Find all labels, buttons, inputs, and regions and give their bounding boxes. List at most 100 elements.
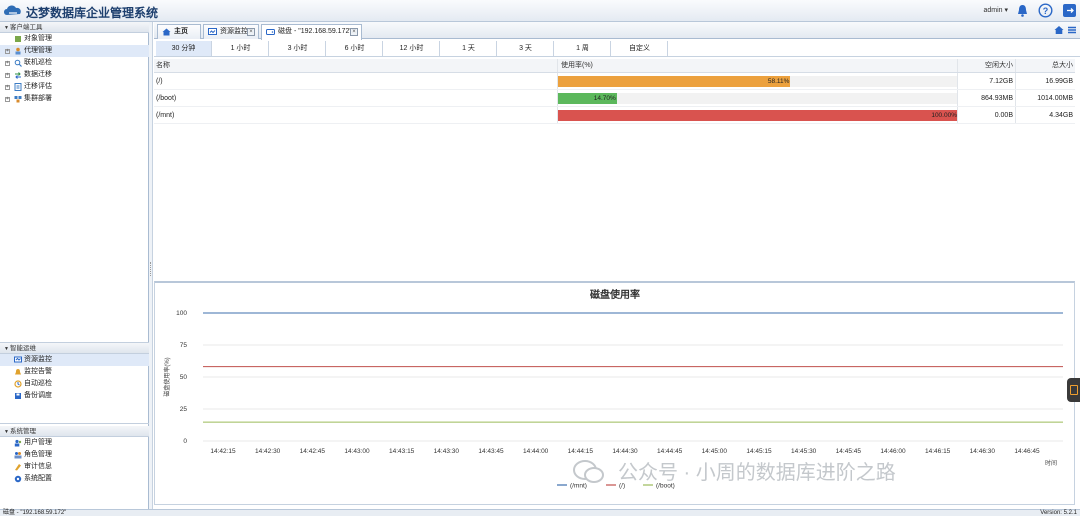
x-tick-label: 14:44:45 <box>657 448 683 455</box>
sidebar-item-label: 集群部署 <box>24 95 52 102</box>
y-tick-label: 100 <box>176 310 187 317</box>
sidebar-item-resource-monitor[interactable]: 资源监控 <box>0 354 149 366</box>
sidebar-item-agent[interactable]: + 代理管理 <box>0 45 149 57</box>
tab-home[interactable]: 主页 <box>157 24 201 39</box>
monitor-icon <box>208 28 217 35</box>
alarm-icon <box>15 369 21 375</box>
y-tick-label: 25 <box>180 406 188 413</box>
sidebar-item-inspect[interactable]: + 联机巡检 <box>0 57 149 69</box>
watermark-text: 公众号 · 小周的数据库进阶之路 <box>618 462 896 484</box>
x-tick-label: 14:44:30 <box>612 448 638 455</box>
x-tick-label: 14:42:30 <box>255 448 281 455</box>
table-row[interactable]: (/mnt) 100.00% 0.00B 4.34GB <box>154 107 1075 124</box>
range-3h-button[interactable]: 3 小时 <box>270 41 326 56</box>
sidebar-splitter[interactable] <box>149 22 153 509</box>
panel-title: 智能运维 <box>10 345 36 352</box>
inspect-icon <box>14 59 22 67</box>
panel-header[interactable]: ▼智能运维 <box>0 343 149 354</box>
sidebar-item-object[interactable]: 对象管理 <box>0 33 149 45</box>
x-tick-label: 14:45:45 <box>836 448 862 455</box>
column-header-usage[interactable]: 使用率(%) <box>557 59 957 72</box>
range-1w-button[interactable]: 1 周 <box>555 41 611 56</box>
sidebar-item-auto-inspect[interactable]: 自动巡检 <box>0 378 149 390</box>
expand-icon[interactable]: + <box>5 97 10 102</box>
range-1d-button[interactable]: 1 天 <box>441 41 497 56</box>
svg-text:?: ? <box>1043 6 1049 16</box>
splitter-grip[interactable] <box>150 262 152 276</box>
bell-icon[interactable] <box>1015 3 1030 18</box>
tab-disk[interactable]: 磁盘 - "192.168.59.172" × <box>261 24 362 40</box>
sidebar-item-backup[interactable]: 备份调度 <box>0 390 149 402</box>
disk-icon <box>266 29 275 35</box>
usage-bar-fill: 58.11% <box>558 76 791 87</box>
sidebar-item-audit[interactable]: 审计信息 <box>0 461 149 473</box>
app-title: 达梦数据库企业管理系统 <box>26 6 159 20</box>
chart-title: 磁盘使用率 <box>590 288 640 301</box>
sidebar-item-label: 系统配置 <box>24 475 52 482</box>
panel-title: 客户端工具 <box>10 24 43 31</box>
sidebar-item-config[interactable]: 系统配置 <box>0 473 149 485</box>
toolbox-icon <box>1070 385 1078 395</box>
tab-label: 磁盘 - "192.168.59.172" <box>278 28 352 35</box>
sidebar-item-cluster[interactable]: + 集群部署 <box>0 93 149 105</box>
sidebar-item-alarm[interactable]: 监控告警 <box>0 366 149 378</box>
usage-bar-fill: 14.70% <box>558 93 617 104</box>
role-icon <box>14 452 22 459</box>
panel-header[interactable]: ▼系统管理 <box>0 426 149 437</box>
object-icon <box>15 36 21 42</box>
agent-icon <box>15 47 21 55</box>
range-30min-button[interactable]: 30 分钟 <box>156 41 212 56</box>
range-6h-button[interactable]: 6 小时 <box>327 41 383 56</box>
free-size: 864.93MB <box>957 90 1015 106</box>
close-icon[interactable]: × <box>247 28 255 36</box>
audit-icon <box>15 464 21 471</box>
expand-icon[interactable]: + <box>5 49 10 54</box>
tab-resource-monitor[interactable]: 资源监控 × <box>203 24 259 39</box>
dm-logo-icon <box>4 5 21 15</box>
disk-usage-chart: 磁盘使用率磁盘使用率(%) 0 25 50 75 100 14:42:15 14:42:30 1… <box>163 288 1063 490</box>
sidebar-item-migrate[interactable]: + 数据迁移 <box>0 69 149 81</box>
table-row[interactable]: (/boot) 14.70% 864.93MB 1014.00MB <box>154 90 1075 107</box>
range-custom-button[interactable]: 自定义 <box>612 41 668 56</box>
range-12h-button[interactable]: 12 小时 <box>384 41 440 56</box>
app-header: 达梦数据库企业管理系统 admin ▾ ? <box>0 0 1080 22</box>
x-tick-label: 14:46:00 <box>880 448 906 455</box>
total-size: 16.99GB <box>1015 73 1075 89</box>
range-1h-button[interactable]: 1 小时 <box>213 41 269 56</box>
sidebar-item-users[interactable]: 用户管理 <box>0 437 149 449</box>
x-tick-label: 14:42:45 <box>300 448 326 455</box>
tab-bar: 主页 资源监控 × 磁盘 - "192.168.59.172" × <box>154 22 1080 40</box>
range-3d-button[interactable]: 3 天 <box>498 41 554 56</box>
floating-toolbox-button[interactable] <box>1067 378 1080 402</box>
table-row[interactable]: (/) 58.11% 7.12GB 16.99GB <box>154 73 1075 90</box>
x-tick-label: 14:46:30 <box>970 448 996 455</box>
user-menu[interactable]: admin ▾ <box>983 6 1008 14</box>
free-size: 7.12GB <box>957 73 1015 89</box>
sidebar-item-label: 审计信息 <box>24 463 52 470</box>
panel-header[interactable]: ▼客户端工具 <box>0 22 149 33</box>
sidebar-item-roles[interactable]: 角色管理 <box>0 449 149 461</box>
column-header-name[interactable]: 名称 <box>156 59 170 72</box>
column-header-free[interactable]: 空闲大小 <box>957 59 1015 72</box>
expand-icon[interactable]: + <box>5 85 10 90</box>
close-icon[interactable]: × <box>350 28 358 36</box>
disk-table: 名称 使用率(%) 空闲大小 总大小 (/) 58.11% 7.12GB 16.… <box>154 59 1075 124</box>
column-header-total[interactable]: 总大小 <box>1015 59 1075 72</box>
usage-bar: 100.00% <box>558 110 958 121</box>
status-bar: 磁盘 - "192.168.59.172" Version: 5.2.1 <box>0 509 1080 516</box>
sidebar: ▼客户端工具 对象管理 + 代理管理 + 联机巡检 + 数据迁移 + 迁移评估 + 集群部… <box>0 22 149 509</box>
y-tick-label: 50 <box>180 374 188 381</box>
menu-icon[interactable] <box>1067 25 1077 35</box>
disk-usage-chart-panel: 磁盘使用率 磁盘使用率(%) 0 25 50 75 100 14:42:15 14:42:30 1… <box>154 281 1075 505</box>
home-icon[interactable] <box>1054 25 1064 35</box>
expand-icon[interactable]: + <box>5 73 10 78</box>
cluster-icon <box>14 96 22 103</box>
y-axis-label: 磁盘使用率(%) <box>163 357 171 396</box>
logout-icon[interactable] <box>1062 3 1077 18</box>
help-icon[interactable]: ? <box>1038 3 1053 18</box>
total-size: 4.34GB <box>1015 107 1075 123</box>
x-tick-label: 14:45:30 <box>791 448 817 455</box>
sidebar-item-evaluate[interactable]: + 迁移评估 <box>0 81 149 93</box>
usage-bar: 58.11% <box>558 76 958 87</box>
expand-icon[interactable]: + <box>5 61 10 66</box>
